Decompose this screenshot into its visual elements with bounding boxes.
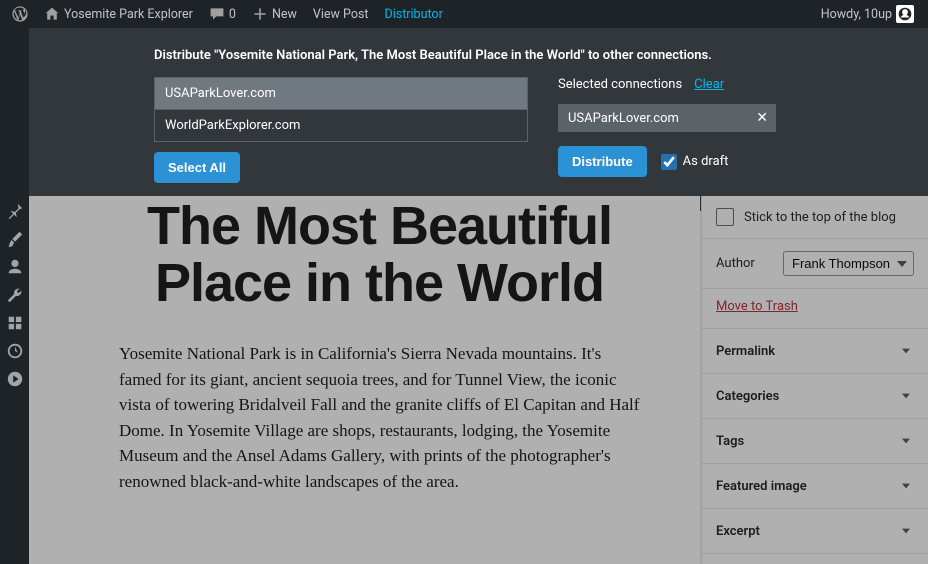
connection-item[interactable]: WorldParkExplorer.com [155, 109, 527, 141]
connection-list: USAParkLover.com WorldParkExplorer.com [154, 77, 528, 142]
brush-icon[interactable] [6, 230, 24, 248]
connection-item[interactable]: USAParkLover.com [155, 78, 527, 109]
play-icon[interactable] [6, 370, 24, 388]
account-menu[interactable]: Howdy, 10up [813, 0, 922, 28]
user-icon[interactable] [6, 258, 24, 276]
admin-bar: Yosemite Park Explorer 0 New View Post D… [0, 0, 928, 28]
wordpress-icon [12, 6, 28, 22]
view-post-link[interactable]: View Post [305, 0, 377, 28]
admin-sidebar [0, 28, 29, 564]
comment-icon [209, 6, 225, 22]
avatar-icon [898, 7, 912, 21]
chevron-down-icon [898, 388, 914, 404]
remove-connection-button[interactable]: ✕ [756, 110, 768, 126]
new-menu[interactable]: New [244, 0, 305, 28]
distributor-link[interactable]: Distributor [377, 0, 451, 28]
wrench-icon[interactable] [6, 286, 24, 304]
post-editor: The Most Beautiful Place in the World Yo… [29, 196, 700, 564]
accordion-tags[interactable]: Tags [702, 419, 928, 464]
as-draft-checkbox[interactable] [661, 154, 677, 170]
site-name: Yosemite Park Explorer [64, 7, 193, 22]
accordion-categories[interactable]: Categories [702, 374, 928, 419]
pin-icon[interactable] [6, 202, 24, 220]
clear-link[interactable]: Clear [694, 77, 724, 92]
accordion-permalink[interactable]: Permalink [702, 329, 928, 374]
grid-icon[interactable] [6, 314, 24, 332]
panel-title: Distribute "Yosemite National Park, The … [154, 48, 904, 63]
chevron-down-icon [898, 478, 914, 494]
distribute-button[interactable]: Distribute [558, 146, 647, 177]
sticky-toggle-row[interactable]: Stick to the top of the blog [702, 196, 928, 239]
site-menu[interactable]: Yosemite Park Explorer [36, 0, 201, 28]
selected-chip-label: USAParkLover.com [568, 111, 679, 126]
post-title[interactable]: The Most Beautiful Place in the World [119, 196, 640, 341]
sticky-label: Stick to the top of the blog [744, 210, 896, 225]
sticky-checkbox[interactable] [716, 208, 734, 226]
plus-icon [252, 6, 268, 22]
as-draft-label: As draft [683, 154, 729, 169]
circle-arrow-icon[interactable] [6, 342, 24, 360]
settings-sidebar: Stick to the top of the blog Author Fran… [701, 196, 928, 564]
accordion-featured-image[interactable]: Featured image [702, 464, 928, 509]
new-label: New [272, 7, 297, 22]
chevron-down-icon [898, 523, 914, 539]
distributor-panel: Distribute "Yosemite National Park, The … [0, 28, 928, 211]
comments-menu[interactable]: 0 [201, 0, 244, 28]
chevron-down-icon [898, 343, 914, 359]
author-row: Author Frank Thompson [702, 239, 928, 289]
accordion-discussion[interactable]: Discussion [702, 554, 928, 564]
accordion-excerpt[interactable]: Excerpt [702, 509, 928, 554]
select-all-button[interactable]: Select All [154, 152, 240, 183]
home-icon [44, 6, 60, 22]
greeting: Howdy, 10up [821, 7, 892, 22]
selected-connection-chip: USAParkLover.com ✕ [558, 104, 776, 132]
chevron-down-icon [898, 433, 914, 449]
selected-connections-label: Selected connections [558, 77, 682, 92]
post-body[interactable]: Yosemite National Park is in California'… [119, 341, 640, 494]
as-draft-toggle[interactable]: As draft [661, 154, 729, 170]
author-label: Author [716, 256, 755, 271]
comment-count: 0 [229, 7, 236, 22]
author-select[interactable]: Frank Thompson [783, 251, 914, 276]
avatar [896, 5, 914, 23]
move-to-trash-link[interactable]: Move to Trash [702, 289, 928, 329]
wp-logo-menu[interactable] [4, 0, 36, 28]
